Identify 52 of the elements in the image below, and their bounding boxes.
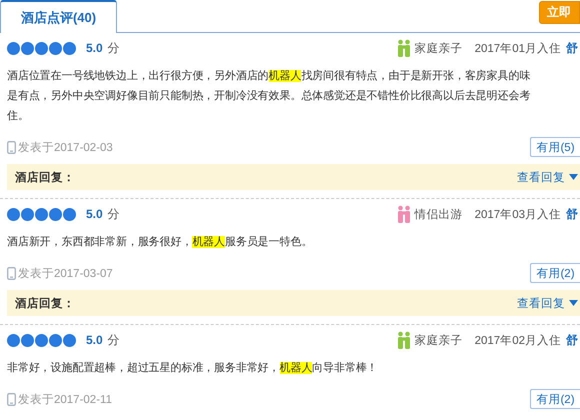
rating-circle-icon	[49, 208, 62, 220]
trip-type: 家庭亲子	[414, 333, 463, 348]
rating-circle-icon	[35, 42, 48, 54]
room-tag: 舒	[566, 206, 578, 222]
rating-circle-icon	[21, 334, 34, 346]
room-tag: 舒	[566, 40, 578, 56]
rating-circle-icon	[63, 208, 76, 220]
score-value: 5.0	[86, 41, 103, 55]
score-value: 5.0	[86, 333, 103, 347]
rating-circle-icon	[7, 334, 20, 346]
trip-type: 情侣出游	[414, 208, 463, 222]
people-icon	[396, 331, 411, 349]
review-text: 酒店新开，东西都非常新，服务很好，机器人服务员是一特色。	[7, 234, 314, 250]
view-reply-link[interactable]: 查看回复	[517, 296, 578, 310]
room-tag: 舒	[566, 332, 578, 348]
phone-icon	[7, 266, 16, 280]
rating-circle-icon	[7, 208, 20, 220]
rating-circle-icon	[49, 334, 62, 346]
caret-icon	[569, 174, 578, 180]
rating-circle-icon	[7, 42, 20, 54]
rating-circle-icon	[49, 42, 62, 54]
phone-icon	[7, 392, 16, 406]
trip-type: 家庭亲子	[414, 41, 463, 56]
reply-label: 酒店回复：	[15, 296, 75, 310]
post-date: 发表于2017-02-11	[18, 392, 112, 406]
stay-date: 2017年01月入住	[474, 42, 561, 56]
people-icon	[396, 39, 411, 57]
score-unit: 分	[108, 332, 120, 348]
score-unit: 分	[108, 40, 120, 56]
rating-circle-icon	[21, 208, 34, 220]
rating-circle-icon	[63, 334, 76, 346]
useful-button[interactable]: 有用(2)	[530, 389, 580, 409]
post-date: 发表于2017-03-07	[18, 266, 113, 280]
useful-button[interactable]: 有用(5)	[530, 137, 580, 157]
reply-label: 酒店回复：	[15, 170, 75, 184]
score-unit: 分	[108, 206, 120, 222]
rating-circle-icon	[35, 334, 48, 346]
review-text: 是有点，另外中央空调好像目前只能制热，开制冷没有效果。总体感觉还是不错性价比很高以后去昆明还会考	[7, 88, 532, 104]
stay-date: 2017年03月入住	[474, 208, 561, 222]
caret-icon	[569, 300, 578, 306]
rating-circle-icon	[21, 42, 34, 54]
rating-circle-icon	[63, 42, 76, 54]
review-text: 住。	[7, 109, 30, 124]
people-icon	[396, 205, 411, 223]
phone-icon	[7, 140, 16, 154]
post-date: 发表于2017-02-03	[18, 140, 113, 154]
stay-date: 2017年02月入住	[474, 334, 561, 348]
useful-button[interactable]: 有用(2)	[530, 263, 580, 283]
reviews-tab[interactable]: 酒店点评(40)	[0, 0, 117, 33]
view-reply-link[interactable]: 查看回复	[517, 170, 578, 184]
rating-circle-icon	[35, 208, 48, 220]
score-value: 5.0	[86, 207, 103, 221]
